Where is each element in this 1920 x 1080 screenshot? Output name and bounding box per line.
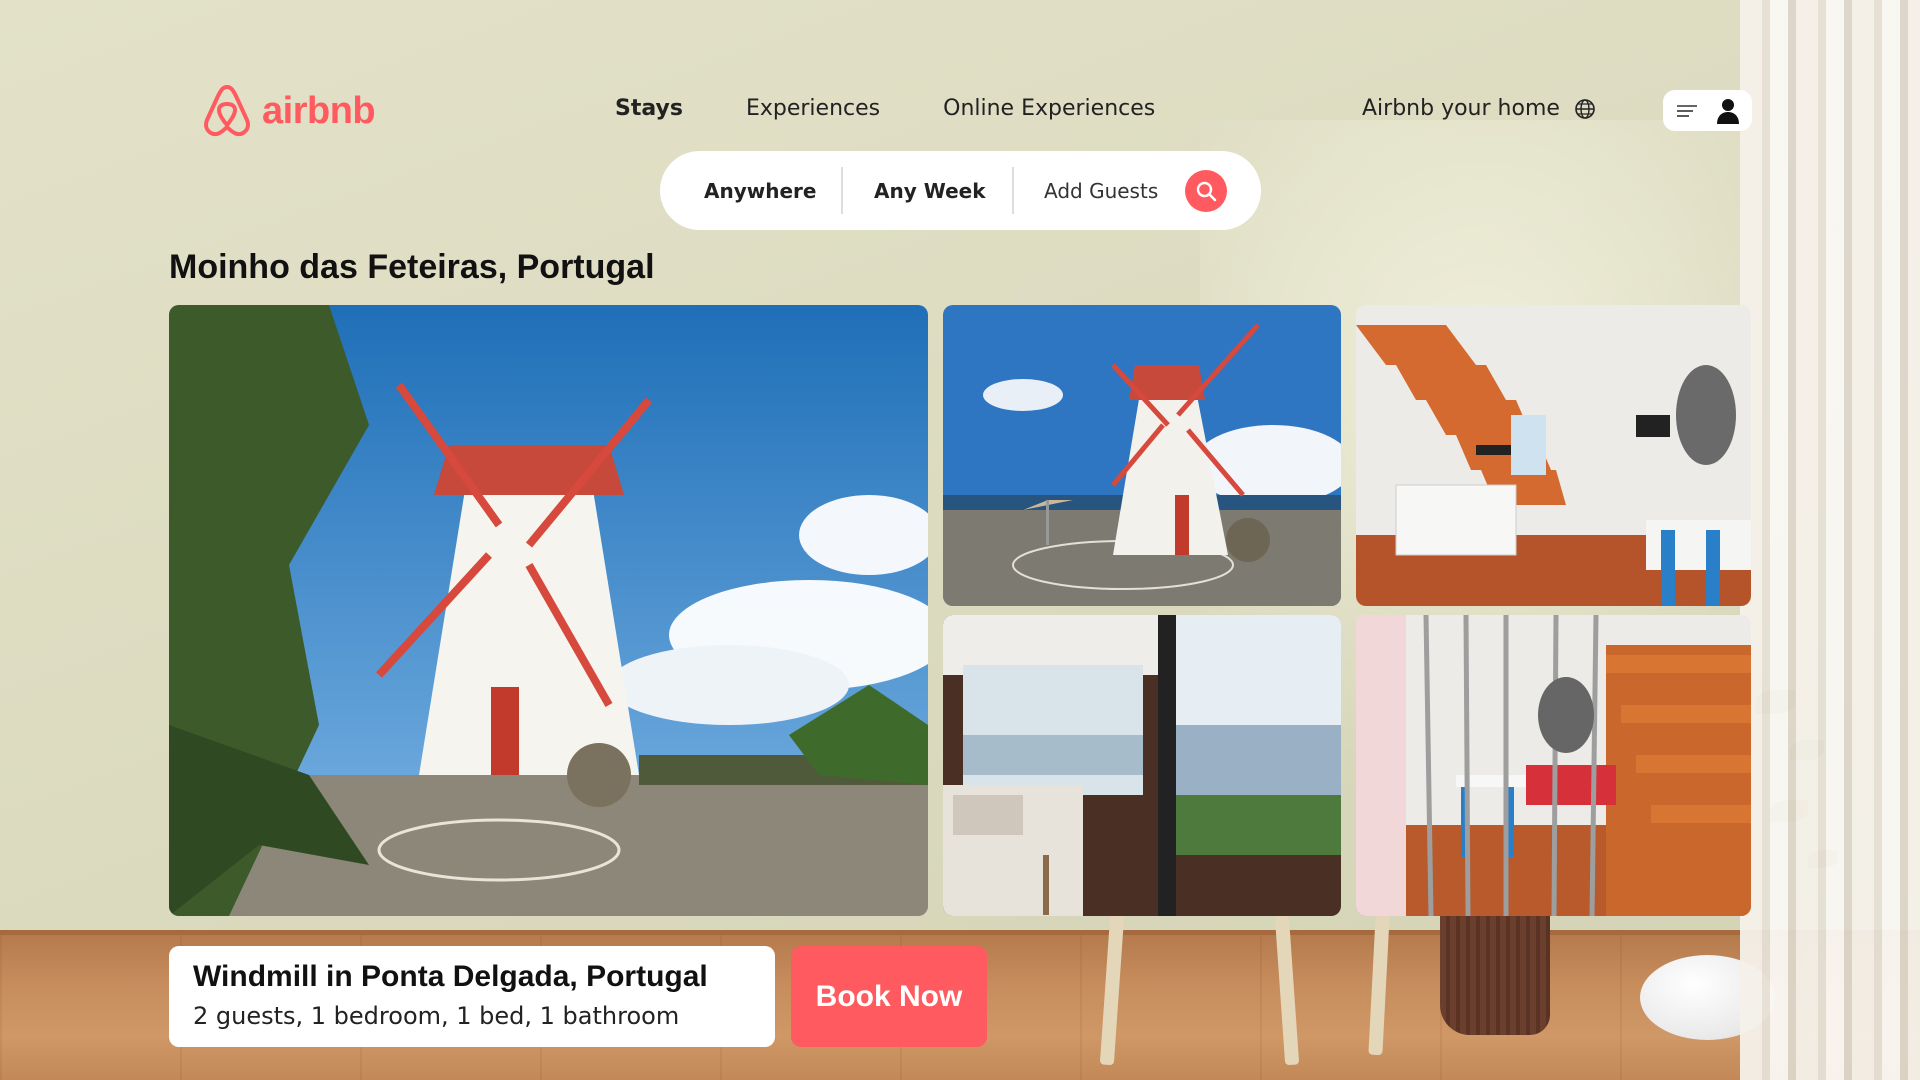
search-divider (841, 167, 843, 214)
listing-card-details: 2 guests, 1 bedroom, 1 bed, 1 bathroom (193, 1002, 680, 1030)
kitchen-stairs-photo[interactable] (1356, 305, 1751, 606)
main-nav: Stays Experiences Online Experiences (615, 96, 1155, 121)
nav-online-experiences[interactable]: Online Experiences (943, 96, 1155, 121)
search-divider (1012, 167, 1014, 214)
bedroom-window-photo[interactable] (943, 615, 1341, 916)
nav-stays[interactable]: Stays (615, 96, 683, 121)
hamburger-icon (1677, 104, 1697, 117)
globe-icon[interactable] (1574, 98, 1596, 120)
bedroom-window-image (943, 615, 1341, 916)
kitchen-stairs-image (1356, 305, 1751, 606)
user-icon (1717, 98, 1739, 124)
windmill-main-photo[interactable] (169, 305, 928, 916)
windmill-patio-image (943, 305, 1341, 606)
windmill-main-image (169, 305, 928, 916)
listing-location-title: Moinho das Feteiras, Portugal (169, 248, 655, 286)
search-where[interactable]: Anywhere (704, 179, 816, 203)
nav-experiences[interactable]: Experiences (746, 96, 880, 121)
airbnb-logo-icon (204, 85, 250, 137)
host-link[interactable]: Airbnb your home (1362, 96, 1596, 121)
brand-name: airbnb (262, 89, 376, 132)
curtain (1740, 0, 1920, 1080)
user-menu-button[interactable] (1663, 90, 1752, 131)
blanket (1440, 905, 1550, 1035)
windmill-patio-photo[interactable] (943, 305, 1341, 606)
listing-card: Windmill in Ponta Delgada, Portugal 2 gu… (169, 946, 775, 1047)
book-now-button[interactable]: Book Now (791, 946, 987, 1047)
search-button[interactable] (1185, 170, 1227, 212)
search-when[interactable]: Any Week (874, 179, 986, 203)
search-bar[interactable]: Anywhere Any Week Add Guests (660, 151, 1261, 230)
host-label: Airbnb your home (1362, 96, 1560, 121)
listing-card-title: Windmill in Ponta Delgada, Portugal (193, 960, 708, 993)
search-guests[interactable]: Add Guests (1044, 179, 1158, 203)
airbnb-logo[interactable]: airbnb (202, 84, 376, 138)
living-room-image (1356, 615, 1751, 916)
search-icon (1196, 181, 1217, 202)
living-room-photo[interactable] (1356, 615, 1751, 916)
